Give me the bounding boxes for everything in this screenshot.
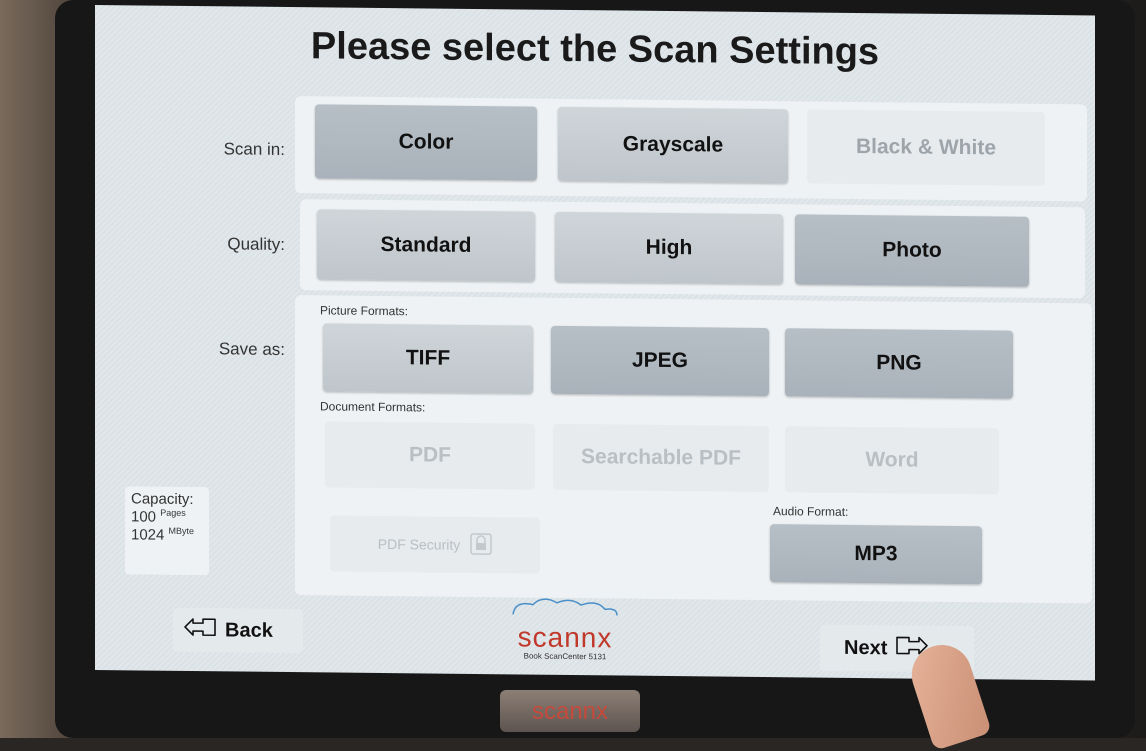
capacity-pages-unit: Pages (160, 507, 186, 518)
back-arrow-icon (183, 616, 217, 644)
document-formats-label: Document Formats: (320, 399, 426, 415)
audio-format-label: Audio Format: (773, 504, 849, 519)
kiosk-screen: Please select the Scan Settings Scan in:… (95, 5, 1095, 681)
back-label: Back (225, 618, 273, 642)
next-label: Next (844, 636, 888, 659)
picture-formats-label: Picture Formats: (320, 303, 409, 319)
lock-icon (470, 532, 492, 557)
save-as-label: Save as: (218, 339, 285, 359)
high-quality-button[interactable]: High (555, 211, 783, 285)
capacity-label: Capacity: (131, 490, 194, 509)
capacity-size-unit: MByte (168, 525, 195, 537)
searchable-pdf-button[interactable]: Searchable PDF (553, 423, 769, 493)
standard-quality-button[interactable]: Standard (317, 209, 535, 282)
scannx-logo: scannx Book ScanCenter 5131 (500, 594, 630, 661)
png-button[interactable]: PNG (785, 328, 1013, 399)
black-white-button[interactable]: Black & White (807, 109, 1045, 186)
pdf-security-button[interactable]: PDF Security (330, 515, 540, 574)
photo-quality-button[interactable]: Photo (795, 214, 1029, 287)
capacity-size: 1024 MByte (131, 525, 203, 544)
word-button[interactable]: Word (785, 426, 999, 495)
capacity-size-value: 1024 (131, 526, 165, 544)
hardware-logo: scannx (500, 690, 640, 732)
tiff-button[interactable]: TIFF (323, 323, 533, 394)
jpeg-button[interactable]: JPEG (551, 325, 769, 397)
cloud-icon (512, 598, 618, 616)
back-button[interactable]: Back (173, 607, 303, 654)
quality-label: Quality: (227, 234, 285, 254)
capacity-pages: 100 Pages (131, 507, 203, 526)
page-title: Please select the Scan Settings (310, 25, 880, 74)
capacity-box: Capacity: 100 Pages 1024 MByte (125, 486, 209, 576)
color-button[interactable]: Color (315, 104, 537, 181)
capacity-pages-value: 100 (131, 508, 157, 526)
scan-in-label: Scan in: (223, 139, 285, 159)
logo-word: scannx (517, 621, 613, 654)
pdf-security-label: PDF Security (377, 535, 461, 553)
mp3-button[interactable]: MP3 (770, 524, 982, 585)
pdf-button[interactable]: PDF (325, 421, 535, 490)
grayscale-button[interactable]: Grayscale (558, 106, 788, 184)
